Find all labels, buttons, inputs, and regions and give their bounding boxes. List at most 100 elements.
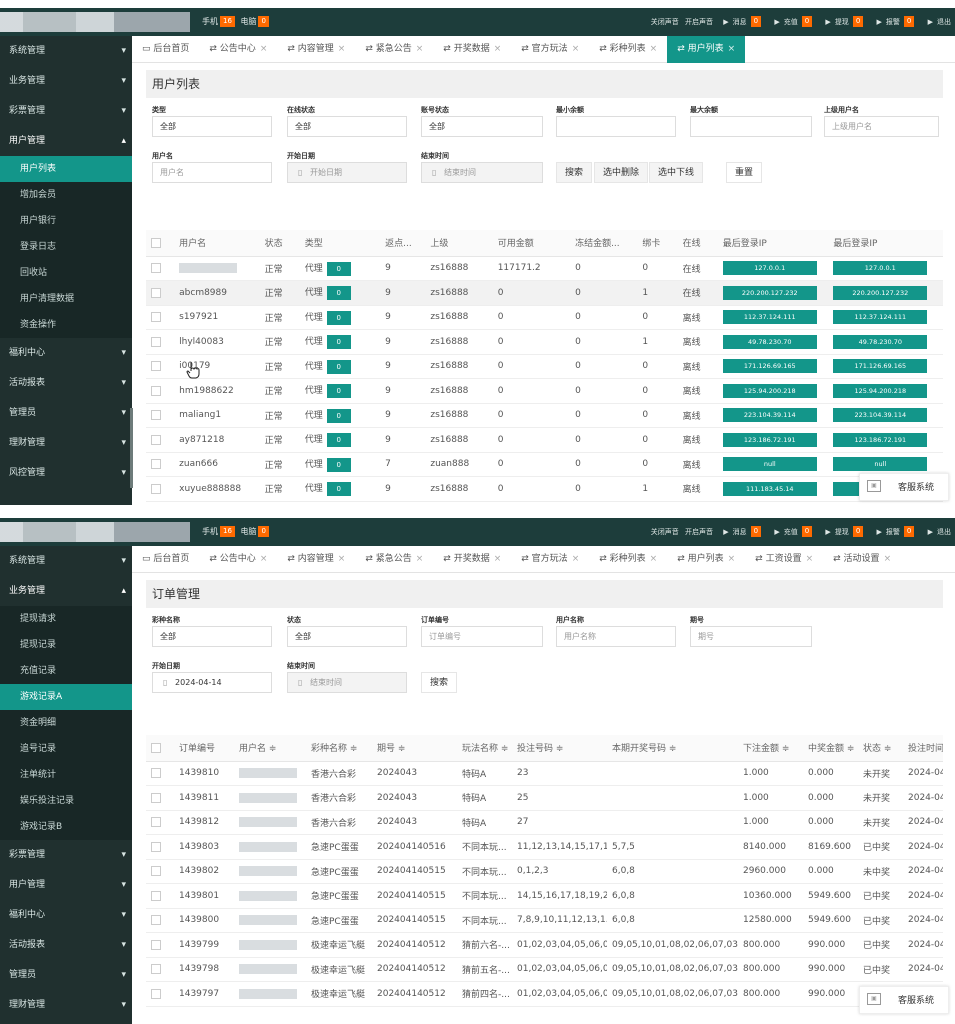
column-header[interactable]: 返点...: [380, 230, 426, 257]
type-tag-badge[interactable]: 0: [326, 482, 351, 497]
customer-service-widget[interactable]: ▣ 客服系统: [859, 986, 949, 1014]
column-header[interactable]: 用户名: [174, 230, 260, 257]
row-select-cell[interactable]: [146, 256, 175, 281]
issue-input[interactable]: 期号: [690, 626, 812, 647]
table-row[interactable]: 1439811 香港六合彩 2024043 特码A 25 1.000 0.000 未开奖 202…: [146, 785, 943, 811]
sidebar-subitem[interactable]: 登录日志: [0, 234, 132, 260]
row-checkbox[interactable]: [151, 434, 161, 445]
row-select-cell[interactable]: [146, 452, 175, 477]
sound-on-link[interactable]: 开启声音: [685, 18, 713, 26]
sidebar-item[interactable]: 理财管理 ▾: [0, 990, 132, 1020]
last-ip-badge[interactable]: 223.104.39.114: [722, 408, 817, 423]
last-ip-badge[interactable]: null: [722, 457, 817, 472]
close-icon[interactable]: ×: [416, 44, 424, 54]
column-header[interactable]: 状态: [259, 230, 300, 257]
last-ip-badge[interactable]: 112.37.124.111: [833, 310, 928, 325]
last-ip-badge[interactable]: 49.78.230.70: [722, 334, 817, 349]
tab-item[interactable]: ⇄ 开奖数据 ×: [433, 546, 511, 573]
tab-item[interactable]: ⇄ 彩种列表 ×: [589, 546, 667, 573]
last-ip-badge[interactable]: 171.126.69.165: [833, 359, 928, 374]
type-tag-badge[interactable]: 0: [326, 335, 351, 350]
row-select-cell[interactable]: [146, 280, 175, 306]
last-ip-badge[interactable]: 112.37.124.111: [722, 310, 817, 325]
column-header[interactable]: 可用金额: [492, 230, 571, 257]
sidebar-item[interactable]: 活动报表 ▾: [0, 368, 132, 398]
last-ip-badge[interactable]: 171.126.69.165: [722, 359, 817, 374]
select-all-header[interactable]: [146, 230, 175, 257]
tab-item[interactable]: ⇄ 官方玩法 ×: [511, 36, 589, 63]
sidebar-item[interactable]: 彩票管理 ▾: [0, 840, 132, 870]
offline-selected-button[interactable]: 选中下线: [649, 162, 704, 183]
row-select-cell[interactable]: [146, 476, 175, 502]
table-row[interactable]: 1439799 极速幸运飞艇 202404140512 猜前六名-... 01,02,0…: [146, 932, 943, 958]
sidebar-subitem[interactable]: 提现请求: [0, 606, 132, 632]
tab-item[interactable]: ⇄ 用户列表 ×: [667, 36, 746, 63]
type-tag-badge[interactable]: 0: [326, 286, 351, 301]
online-status-select[interactable]: 全部: [287, 116, 407, 137]
withdraw-link[interactable]: ▶ 提现 0: [821, 526, 866, 537]
table-row[interactable]: xuyue888888 正常 代理 0 9 zs16888 0 0 1 离线 111.183.45.…: [146, 476, 943, 502]
row-select-cell[interactable]: [146, 329, 175, 355]
reset-button[interactable]: 重置: [726, 162, 763, 183]
type-tag-badge[interactable]: 0: [326, 457, 351, 472]
last-ip-badge[interactable]: 49.78.230.70: [833, 334, 928, 349]
table-row[interactable]: abcm8989 正常 代理 0 9 zs16888 0 0 1 在线 220.200.127.23…: [146, 280, 943, 306]
sidebar-item[interactable]: 福利中心 ▾: [0, 900, 132, 930]
sidebar-subitem[interactable]: 资金明细: [0, 710, 132, 736]
column-header[interactable]: 投注号码 ≑: [512, 735, 607, 762]
row-checkbox[interactable]: [151, 988, 161, 999]
logout-link[interactable]: ▶ 退出: [924, 18, 951, 26]
close-icon[interactable]: ×: [260, 44, 268, 54]
column-header[interactable]: 冻结金额...: [570, 230, 638, 257]
min-balance-input[interactable]: [556, 116, 676, 137]
sidebar-subitem[interactable]: 充值记录: [0, 658, 132, 684]
row-checkbox[interactable]: [151, 866, 161, 876]
max-balance-input[interactable]: [690, 116, 812, 137]
username-input[interactable]: 用户名: [152, 162, 272, 183]
close-icon[interactable]: ×: [728, 554, 736, 564]
sidebar-subitem[interactable]: 用户列表: [0, 156, 132, 182]
row-select-cell[interactable]: [146, 785, 174, 811]
close-icon[interactable]: ×: [572, 554, 580, 564]
sidebar-item[interactable]: 用户管理 ▾: [0, 870, 132, 900]
recharge-link[interactable]: ▶ 充值 0: [770, 16, 815, 27]
type-select[interactable]: 全部: [152, 116, 272, 137]
table-row[interactable]: hm1988622 正常 代理 0 9 zs16888 0 0 0 离线 125.94.200.21…: [146, 378, 943, 404]
row-checkbox[interactable]: [151, 964, 161, 974]
table-row[interactable]: 正常 代理 0 9 zs16888 117171.2 0 0 在线 127.0.0.1 127.0.…: [146, 256, 943, 281]
customer-service-widget[interactable]: ▣ 客服系统: [859, 473, 949, 501]
last-ip-badge[interactable]: 125.94.200.218: [833, 383, 928, 398]
column-header[interactable]: 中奖金额 ≑: [803, 735, 858, 762]
message-link[interactable]: ▶ 消息 0: [719, 16, 764, 27]
row-checkbox[interactable]: [151, 841, 161, 852]
column-header[interactable]: 本期开奖号码 ≑: [607, 735, 738, 762]
column-header[interactable]: 彩种名称 ≑: [306, 735, 372, 762]
last-ip-badge[interactable]: null: [833, 457, 928, 472]
tab-item[interactable]: ⇄ 彩种列表 ×: [589, 36, 667, 63]
sidebar-item[interactable]: 风控管理 ▾: [0, 458, 132, 488]
column-header[interactable]: 订单编号: [174, 735, 234, 762]
tab-item[interactable]: ⇄ 紧急公告 ×: [355, 36, 433, 63]
close-icon[interactable]: ×: [806, 554, 814, 564]
alarm-link[interactable]: ▶ 报警 0: [873, 16, 918, 27]
row-checkbox[interactable]: [151, 792, 161, 803]
tab-item[interactable]: ⇄ 公告中心 ×: [199, 546, 277, 573]
row-checkbox[interactable]: [151, 939, 161, 950]
sound-on-link[interactable]: 开启声音: [685, 528, 713, 536]
search-button[interactable]: 搜索: [421, 672, 458, 693]
tab-item[interactable]: ⇄ 工资设置 ×: [745, 546, 823, 573]
column-header[interactable]: 下注金额 ≑: [738, 735, 803, 762]
row-select-cell[interactable]: [146, 403, 175, 428]
start-date-input[interactable]: ▯ 2024-04-14: [152, 672, 272, 693]
account-status-select[interactable]: 全部: [421, 116, 543, 137]
close-icon[interactable]: ×: [884, 554, 892, 564]
close-icon[interactable]: ×: [650, 554, 658, 564]
sidebar-item[interactable]: 理财管理 ▾: [0, 428, 132, 458]
withdraw-link[interactable]: ▶ 提现 0: [821, 16, 866, 27]
row-checkbox[interactable]: [151, 817, 161, 827]
type-tag-badge[interactable]: 0: [326, 408, 351, 423]
order-id-input[interactable]: 订单编号: [421, 626, 543, 647]
select-all-header[interactable]: [146, 735, 174, 762]
row-select-cell[interactable]: [146, 932, 174, 958]
table-row[interactable]: s197921 正常 代理 0 9 zs16888 0 0 0 离线 112.37.124.111 1…: [146, 305, 943, 330]
